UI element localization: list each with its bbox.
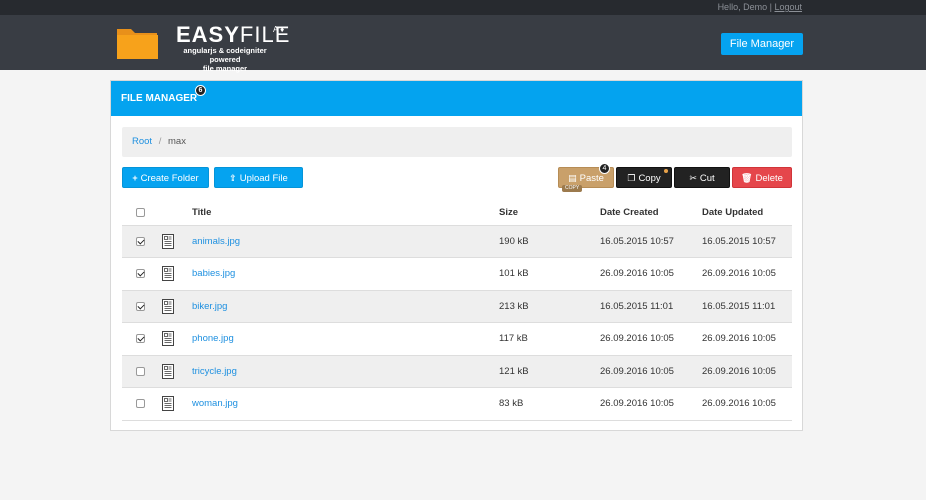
table-row[interactable]: babies.jpg 101 kB 26.09.2016 10:05 26.09.20… [122, 257, 792, 290]
file-name-link[interactable]: babies.jpg [192, 268, 235, 279]
file-date-updated: 26.09.2016 10:05 [702, 322, 792, 355]
table-row[interactable]: biker.jpg 213 kB 16.05.2015 11:01 16.05.201… [122, 289, 792, 323]
column-size[interactable]: Size [499, 200, 600, 225]
clipboard-icon: ▤ [568, 173, 577, 183]
row-checkbox[interactable] [135, 236, 145, 246]
brand-title-bold: EASY [176, 22, 240, 47]
paste-button[interactable]: ▤ Paste 4 COPY [558, 163, 614, 192]
file-name-link[interactable]: tricycle.jpg [192, 366, 237, 377]
table-row[interactable]: tricycle.jpg 121 kB 26.09.2016 10:05 26.09.… [122, 354, 792, 388]
greeting: Hello, Demo [717, 2, 768, 12]
scissors-icon: ✂ [689, 173, 697, 183]
document-icon [162, 396, 174, 412]
table-row[interactable]: animals.jpg 190 kB 16.05.2015 10:57 16.05.2… [122, 224, 792, 258]
file-count-badge: 6 [195, 85, 206, 96]
breadcrumb-root[interactable]: Root [132, 136, 152, 147]
file-date-updated: 16.05.2015 10:57 [702, 224, 792, 258]
cut-label: Cut [699, 173, 715, 184]
select-all-checkbox[interactable] [135, 207, 145, 217]
table-row[interactable]: woman.jpg 83 kB 26.09.2016 10:05 26.09.2016… [122, 387, 792, 421]
plus-icon: + [132, 173, 138, 183]
file-size: 117 kB [499, 322, 600, 355]
row-checkbox[interactable] [135, 366, 145, 376]
copy-label: Copy [638, 173, 661, 184]
file-manager-panel: FILE MANAGER 6 Root / max + Create Folder… [110, 80, 803, 431]
breadcrumb: Root / max [122, 127, 792, 157]
upload-icon: ⇪ [229, 173, 237, 183]
file-date-updated: 26.09.2016 10:05 [702, 387, 792, 421]
brand-badges: A ♦ [273, 25, 285, 34]
trash-icon: 🗑 [741, 173, 753, 183]
copy-icon: ❐ [627, 173, 636, 183]
file-size: 190 kB [499, 224, 600, 258]
separator: | [769, 2, 772, 12]
create-folder-button[interactable]: + Create Folder [122, 167, 209, 188]
file-size: 121 kB [499, 354, 600, 388]
file-date-created: 26.09.2016 10:05 [600, 387, 702, 421]
document-icon [162, 363, 174, 379]
file-name-link[interactable]: phone.jpg [192, 333, 234, 344]
row-checkbox[interactable] [135, 269, 145, 279]
top-bar: Hello, Demo | Logout [0, 0, 926, 15]
copy-button[interactable]: ❐ Copy [616, 167, 672, 188]
folder-icon [117, 29, 158, 59]
table-row[interactable]: phone.jpg 117 kB 26.09.2016 10:05 26.09.201… [122, 322, 792, 355]
file-name-link[interactable]: biker.jpg [192, 301, 227, 312]
row-checkbox[interactable] [135, 399, 145, 409]
document-icon [162, 233, 174, 249]
brand-subtitle-2: file manager [202, 64, 248, 73]
file-name-link[interactable]: animals.jpg [192, 236, 240, 247]
document-icon [162, 266, 174, 282]
file-date-created: 16.05.2015 10:57 [600, 224, 702, 258]
column-date-created[interactable]: Date Created [600, 200, 702, 225]
delete-label: Delete [755, 173, 783, 184]
file-date-updated: 26.09.2016 10:05 [702, 354, 792, 388]
file-date-created: 26.09.2016 10:05 [600, 322, 702, 355]
row-checkbox[interactable] [135, 301, 145, 311]
upload-file-button[interactable]: ⇪ Upload File [214, 167, 303, 188]
file-date-created: 26.09.2016 10:05 [600, 257, 702, 290]
delete-button[interactable]: 🗑 Delete [732, 167, 792, 188]
row-checkbox[interactable] [135, 334, 145, 344]
column-title[interactable]: Title [192, 200, 499, 225]
file-size: 83 kB [499, 387, 600, 421]
upload-file-label: Upload File [239, 173, 288, 184]
file-date-updated: 26.09.2016 10:05 [702, 257, 792, 290]
paste-count-badge: 4 [599, 163, 610, 174]
brand-subtitle-1: angularjs & codeigniter powered [183, 46, 267, 64]
panel-title: FILE MANAGER [121, 93, 198, 104]
breadcrumb-current: max [168, 136, 186, 147]
cut-button[interactable]: ✂ Cut [674, 167, 730, 188]
file-size: 213 kB [499, 289, 600, 323]
logout-link[interactable]: Logout [774, 2, 802, 12]
copy-mode-tag: COPY [562, 185, 583, 192]
file-size: 101 kB [499, 257, 600, 290]
breadcrumb-separator: / [158, 136, 162, 147]
document-icon [162, 298, 174, 314]
file-date-updated: 16.05.2015 11:01 [702, 289, 792, 323]
create-folder-label: Create Folder [140, 173, 199, 184]
brand-logo: EASYFILE A ♦ angularjs & codeigniter pow… [176, 22, 290, 74]
file-date-created: 26.09.2016 10:05 [600, 354, 702, 388]
column-date-updated[interactable]: Date Updated [702, 200, 792, 225]
file-name-link[interactable]: woman.jpg [192, 398, 238, 409]
app-header: EASYFILE A ♦ angularjs & codeigniter pow… [0, 15, 926, 74]
document-icon [162, 331, 174, 347]
file-manager-button[interactable]: File Manager [721, 33, 803, 55]
paste-label: Paste [579, 173, 604, 184]
file-date-created: 16.05.2015 11:01 [600, 289, 702, 323]
panel-header: FILE MANAGER 6 [111, 81, 802, 116]
table-header-row: Title Size Date Created Date Updated [122, 200, 792, 225]
file-table: Title Size Date Created Date Updated ani… [122, 200, 792, 421]
copy-indicator-dot [664, 169, 668, 173]
